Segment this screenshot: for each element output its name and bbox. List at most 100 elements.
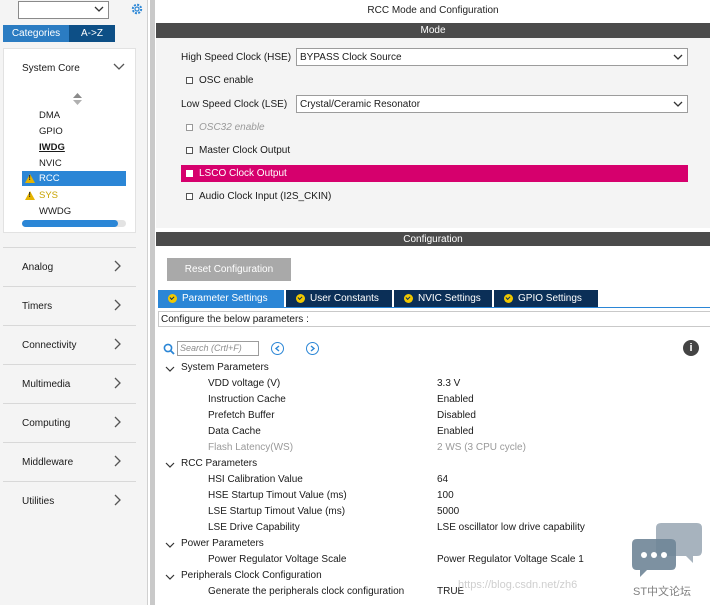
chevron-down-icon[interactable] [113, 62, 125, 71]
param-name: Flash Latency(WS) [208, 442, 294, 453]
lse-select-value: Crystal/Ceramic Resonator [300, 99, 421, 110]
category-analog[interactable]: Analog [22, 262, 53, 273]
sidebar-item-wwdg[interactable]: WWDG [39, 206, 71, 217]
chevron-right-icon[interactable] [113, 455, 121, 467]
info-icon[interactable]: i [683, 340, 699, 356]
sidebar-item-gpio[interactable]: GPIO [39, 126, 63, 137]
param-name: Power Regulator Voltage Scale [208, 554, 347, 565]
chevron-right-icon[interactable] [113, 338, 121, 350]
sidebar-item-iwdg[interactable]: IWDG [39, 142, 65, 153]
param-name: Generate the peripherals clock configura… [208, 586, 405, 597]
tab-a-to-z[interactable]: A->Z [69, 25, 115, 42]
param-name: Prefetch Buffer [208, 410, 275, 421]
hse-select-value: BYPASS Clock Source [300, 52, 402, 63]
param-name: LSE Startup Timout Value (ms) [208, 506, 346, 517]
category-connectivity[interactable]: Connectivity [22, 340, 76, 351]
group-rcc-parameters[interactable]: RCC Parameters [181, 458, 257, 474]
chat-bubbles-logo [632, 523, 702, 577]
divider [3, 364, 136, 365]
param-name: LSE Drive Capability [208, 522, 300, 533]
category-system-core[interactable]: System Core [22, 63, 80, 74]
sidebar-item-rcc[interactable]: RCC [22, 171, 126, 186]
group-peripherals-clock-configuration[interactable]: Peripherals Clock Configuration [181, 570, 322, 586]
sidebar-item-label: RCC [39, 173, 60, 184]
horizontal-scrollbar[interactable] [22, 220, 126, 227]
category-search-combo[interactable] [18, 1, 109, 19]
lsco-row[interactable]: LSCO Clock Output [181, 165, 688, 182]
chevron-right-icon[interactable] [113, 299, 121, 311]
chevron-down-icon[interactable] [165, 573, 175, 581]
tab-user-constants[interactable]: User Constants [286, 290, 392, 307]
tab-parameter-settings[interactable]: Parameter Settings [158, 290, 284, 307]
sidebar-item-sys[interactable]: SYS [39, 190, 58, 201]
chevron-right-icon[interactable] [113, 260, 121, 272]
chevron-down-icon[interactable] [94, 5, 104, 13]
warning-icon [25, 191, 35, 200]
param-value[interactable]: Disabled [437, 410, 476, 426]
scrollbar-thumb[interactable] [22, 220, 118, 227]
lsco-label: LSCO Clock Output [199, 168, 287, 179]
group-power-parameters[interactable]: Power Parameters [181, 538, 264, 554]
gear-icon[interactable] [130, 2, 144, 16]
category-timers[interactable]: Timers [22, 301, 52, 312]
tab-gpio-settings[interactable]: GPIO Settings [494, 290, 598, 307]
hse-label: High Speed Clock (HSE) [181, 52, 292, 63]
param-value[interactable]: Power Regulator Voltage Scale 1 [437, 554, 584, 570]
param-value[interactable]: 5000 [437, 506, 459, 522]
category-utilities[interactable]: Utilities [22, 496, 54, 507]
osc-enable-label: OSC enable [199, 75, 254, 86]
sidebar-item-dma[interactable]: DMA [39, 110, 60, 121]
param-value[interactable]: LSE oscillator low drive capability [437, 522, 585, 538]
param-value[interactable]: Enabled [437, 394, 474, 410]
tab-nvic-settings[interactable]: NVIC Settings [394, 290, 492, 307]
divider [3, 481, 136, 482]
previous-match-button[interactable] [271, 342, 284, 355]
warning-icon [25, 174, 35, 183]
lsco-checkbox[interactable] [186, 170, 193, 177]
check-icon [296, 294, 305, 303]
group-system-parameters[interactable]: System Parameters [181, 362, 269, 378]
parameter-search-input[interactable]: Search (Crtl+F) [177, 341, 259, 356]
chevron-down-icon [673, 54, 683, 60]
param-name: HSI Calibration Value [208, 474, 303, 485]
divider [3, 403, 136, 404]
osc-enable-checkbox[interactable] [186, 77, 193, 84]
page-title: RCC Mode and Configuration [156, 0, 710, 22]
chevron-down-icon[interactable] [165, 541, 175, 549]
audio-clock-checkbox[interactable] [186, 193, 193, 200]
next-match-button[interactable] [306, 342, 319, 355]
chevron-right-icon[interactable] [113, 494, 121, 506]
sidebar-item-nvic[interactable]: NVIC [39, 158, 62, 169]
category-computing[interactable]: Computing [22, 418, 70, 429]
param-name: Data Cache [208, 426, 261, 437]
left-panel: Categories A->Z System Core DMA GPIO IWD… [0, 0, 148, 605]
mode-section-header: Mode [156, 23, 710, 38]
reset-configuration-button[interactable]: Reset Configuration [167, 258, 291, 281]
config-tabs: Parameter Settings User Constants NVIC S… [158, 290, 600, 308]
osc32-enable-label: OSC32 enable [199, 122, 265, 133]
tab-categories[interactable]: Categories [3, 25, 69, 42]
sort-arrows-icon[interactable] [73, 93, 82, 105]
watermark-url: https://blog.csdn.net/zh6 [458, 579, 578, 591]
param-value[interactable]: Enabled [437, 426, 474, 442]
lse-select[interactable]: Crystal/Ceramic Resonator [296, 95, 688, 113]
configuration-section-header: Configuration [156, 232, 710, 247]
tab-underline [158, 307, 710, 308]
mco-checkbox[interactable] [186, 147, 193, 154]
chevron-down-icon[interactable] [165, 365, 175, 373]
param-value[interactable]: 100 [437, 490, 454, 506]
panel-splitter[interactable] [150, 0, 155, 605]
chevron-down-icon[interactable] [165, 461, 175, 469]
divider [3, 286, 136, 287]
param-value: 2 WS (3 CPU cycle) [437, 442, 526, 453]
chevron-right-icon[interactable] [113, 416, 121, 428]
search-icon [163, 343, 175, 355]
category-multimedia[interactable]: Multimedia [22, 379, 70, 390]
category-middleware[interactable]: Middleware [22, 457, 73, 468]
chevron-right-icon[interactable] [113, 377, 121, 389]
param-value[interactable]: 64 [437, 474, 448, 490]
chevron-down-icon [673, 101, 683, 107]
hse-select[interactable]: BYPASS Clock Source [296, 48, 688, 66]
chevron-right-icon [310, 345, 316, 352]
param-value[interactable]: 3.3 V [437, 378, 460, 394]
